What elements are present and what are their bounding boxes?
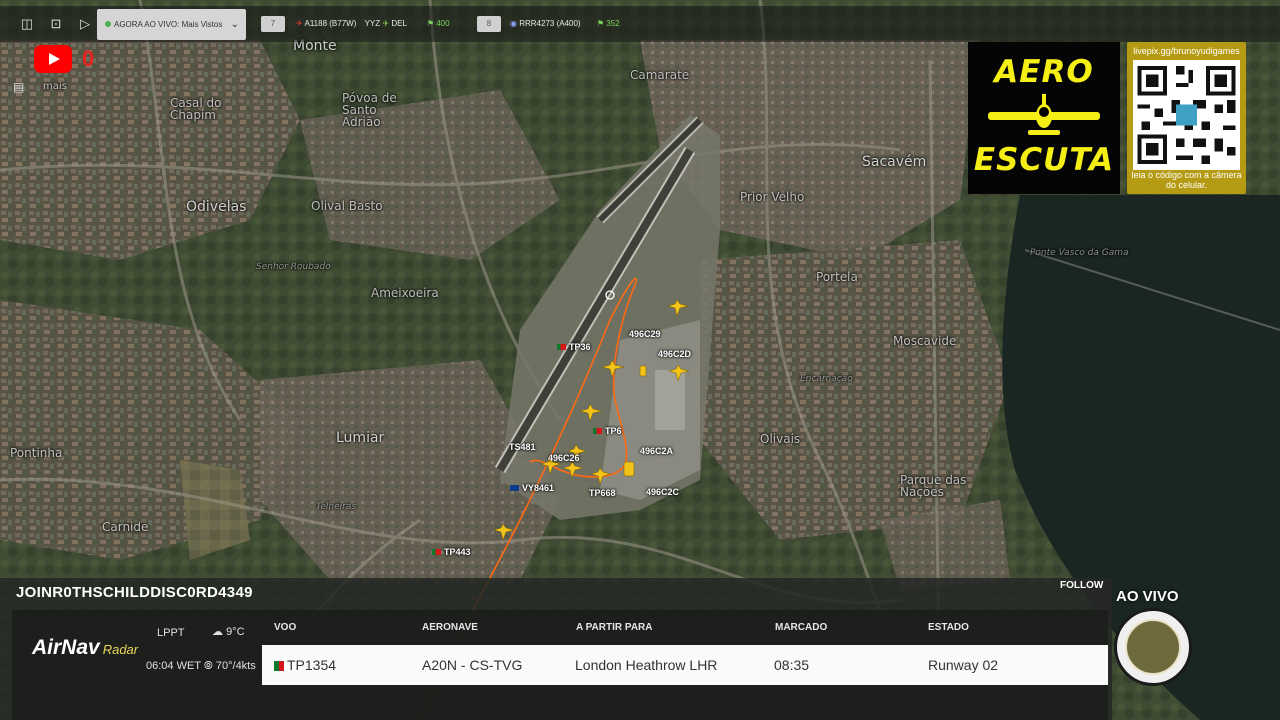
place-label: Senhor Roubado: [256, 262, 331, 272]
place-label: Olival Basto: [311, 199, 383, 213]
status-cell: Runway 02: [928, 657, 999, 673]
place-label: Pontinha: [10, 446, 63, 460]
logo-word-top: AERO: [994, 54, 1094, 90]
airline-flag-icon: [432, 549, 441, 555]
place-label: Moscavide: [893, 334, 957, 348]
aircraft-label[interactable]: TP36: [557, 342, 591, 352]
airport-code: LPPT: [157, 627, 185, 639]
aircraft-label[interactable]: 496C29: [629, 329, 661, 339]
expand-icon[interactable]: ⊡: [48, 16, 64, 32]
flight-cell: TP1354: [274, 657, 336, 673]
place-label: Parque das Nações: [900, 473, 967, 499]
from-to-cell: London Heathrow LHR: [575, 657, 718, 673]
aircraft-cell: A20N - CS-TVG: [422, 657, 523, 673]
col-status-header: ESTADO: [928, 622, 969, 633]
place-label: Ponte Vasco da Gama: [1030, 248, 1129, 258]
col-flight-header: VOO: [274, 622, 297, 633]
chevron-down-icon: ⌄: [230, 19, 239, 30]
aircraft-label[interactable]: 496C2A: [640, 446, 673, 456]
local-time: 06:04 WET: [146, 660, 202, 672]
next-icon[interactable]: ▷: [77, 16, 93, 32]
place-label: Póvoa de Santo Adrião: [342, 91, 397, 129]
temperature: ☁ 9°C: [212, 626, 245, 638]
airline-flag-icon: [557, 344, 566, 350]
sidebar-toggle-icon[interactable]: ◫: [19, 16, 35, 32]
aircraft-label[interactable]: TS481: [509, 442, 536, 452]
place-label: Odivelas: [186, 199, 247, 215]
place-label: Ameixoeira: [371, 286, 439, 300]
slot-flight[interactable]: ◉ RRR4273 (A400) ⚑ 352: [510, 19, 620, 28]
aircraft-label[interactable]: VY8461: [510, 483, 554, 493]
aircraft-label[interactable]: 496C26: [548, 453, 580, 463]
place-label: mais: [43, 81, 67, 92]
place-label: Camarate: [630, 68, 690, 82]
list-icon[interactable]: ▤: [13, 80, 29, 94]
youtube-count: 0: [82, 46, 95, 71]
col-aircraft-header: AERONAVE: [422, 622, 478, 633]
live-dot-icon: [105, 21, 111, 27]
cloud-icon: ☁: [212, 626, 223, 638]
viewers-icon: ⚑: [426, 19, 434, 28]
place-label: Portela: [816, 270, 858, 284]
place-label: Telheiras: [316, 502, 357, 512]
info-panel: AirNav Radar LPPT 06:04 WET ☁ 9°C ⦾ 70°/4…: [12, 610, 1108, 720]
flight-info-bar: JOINR0THSCHILDDISC0RD4349 FOLLOW AirNav R…: [0, 578, 1112, 720]
logo-word-bottom: ESCUTA: [973, 142, 1115, 178]
top-bar: ◫ ⊡ ▷ AGORA AO VIVO: Mais Vistos ⌄ 7 ✈ A…: [0, 6, 1280, 42]
live-selector-dropdown[interactable]: AGORA AO VIVO: Mais Vistos ⌄: [97, 9, 246, 40]
place-label: Lumiar: [336, 430, 385, 446]
scheduled-cell: 08:35: [774, 657, 810, 673]
youtube-icon[interactable]: [34, 45, 72, 73]
tap-logo-icon: [274, 661, 284, 671]
qr-hint: leia o código com a câmera do celular.: [1131, 170, 1242, 190]
airplane-icon: ✈: [296, 19, 303, 28]
aircraft-label[interactable]: TP443: [432, 547, 471, 557]
place-label: Prior Velho: [740, 190, 805, 204]
military-icon: ◉: [510, 19, 517, 28]
aircraft-label[interactable]: TP668: [589, 488, 616, 498]
aircraft-label[interactable]: 496C2C: [646, 487, 679, 497]
slot-number[interactable]: 7: [261, 16, 285, 32]
place-label: Olivais: [760, 432, 801, 446]
channel-badge-icon: [1114, 608, 1192, 686]
aircraft-label[interactable]: TP6: [593, 426, 622, 436]
aircraft-label[interactable]: 496C2D: [658, 349, 691, 359]
airline-flag-icon: [593, 428, 602, 434]
slot-number[interactable]: 8: [477, 16, 501, 32]
wind: ⦾ 70°/4kts: [204, 660, 256, 672]
flight-row[interactable]: TP1354 A20N - CS-TVG London Heathrow LHR…: [262, 645, 1108, 685]
col-scheduled-header: MARCADO: [775, 622, 828, 633]
aero-escuta-logo: AERO ESCUTA: [968, 42, 1120, 194]
airplane-icon: ✈: [382, 19, 390, 28]
channel-name: JOINR0THSCHILDDISC0RD4349: [16, 584, 253, 601]
viewers-icon: ⚑: [596, 19, 604, 28]
qr-url: livepix.gg/brunoyudigames: [1133, 46, 1240, 56]
qr-panel[interactable]: livepix.gg/brunoyudigames leia o código …: [1127, 42, 1246, 194]
plane-icon: [1125, 619, 1181, 675]
follow-button[interactable]: FOLLOW: [1060, 580, 1103, 591]
col-from-to-header: A PARTIR PARA: [576, 622, 653, 633]
slot-flight[interactable]: ✈ A1188 (B77W) YYZ ✈ DEL ⚑ 400: [296, 19, 450, 28]
place-label: Sacavém: [862, 154, 927, 170]
airline-flag-icon: [510, 485, 519, 491]
place-label: Encarnação: [800, 374, 853, 384]
live-tag: AO VIVO: [1116, 588, 1179, 605]
airnav-logo: AirNav Radar: [32, 636, 139, 659]
plane-icon: [988, 94, 1100, 135]
place-label: Casal do Chapim: [170, 96, 222, 122]
wind-icon: ⦾: [204, 660, 213, 672]
qr-code-icon: [1133, 60, 1240, 170]
place-label: Carnide: [102, 520, 149, 534]
